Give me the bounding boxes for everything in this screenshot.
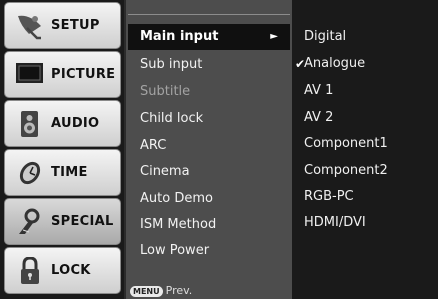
- option-label: RGB-PC: [304, 189, 354, 204]
- satellite-icon: [18, 15, 41, 40]
- sidebar-item-time[interactable]: TIME: [4, 149, 121, 196]
- option-label: Component2: [304, 163, 388, 178]
- menu-item-label: Child lock: [140, 111, 204, 126]
- tv-icon: [16, 63, 43, 83]
- sidebar-label-special: SPECIAL: [51, 214, 114, 229]
- sidebar-label-audio: AUDIO: [51, 116, 100, 131]
- menu-item-low-power[interactable]: Low Power: [128, 238, 290, 264]
- option-label: HDMI/DVI: [304, 215, 366, 230]
- option-label: AV 2: [304, 110, 334, 125]
- option-label: Digital: [304, 29, 347, 44]
- lock-icon: [21, 257, 39, 284]
- menu-top-divider: [128, 0, 290, 15]
- option-component2[interactable]: Component2: [304, 158, 434, 184]
- sidebar-item-lock[interactable]: LOCK: [4, 247, 121, 294]
- option-label: AV 1: [304, 83, 334, 98]
- option-rgb-pc[interactable]: RGB-PC: [304, 184, 434, 210]
- special-icon: [19, 208, 40, 234]
- option-av1[interactable]: AV 1: [304, 78, 434, 104]
- sidebar-label-setup: SETUP: [51, 18, 100, 33]
- checkmark-icon: ✔: [295, 57, 306, 71]
- speaker-icon: [21, 111, 38, 137]
- menu-item-label: ARC: [140, 138, 167, 153]
- submenu-arrow-icon: ►: [270, 31, 278, 42]
- menu-item-label: Sub input: [140, 57, 203, 72]
- menu-item-label: Low Power: [140, 243, 210, 258]
- clock-icon: [19, 161, 41, 185]
- menu-item-label: Cinema: [140, 164, 190, 179]
- menu-item-label: Subtitle: [140, 84, 191, 99]
- menu-item-subtitle: Subtitle: [128, 79, 290, 105]
- input-options-list: Digital ✔ Analogue AV 1 AV 2 Component1 …: [292, 0, 438, 299]
- prev-hint[interactable]: MENU Prev.: [130, 284, 290, 299]
- option-analogue[interactable]: ✔ Analogue: [295, 51, 434, 77]
- option-label: Analogue: [304, 56, 366, 71]
- menu-item-cinema[interactable]: Cinema: [128, 159, 290, 185]
- menu-item-main-input[interactable]: Main input ►: [128, 24, 290, 50]
- sidebar-item-audio[interactable]: AUDIO: [4, 100, 121, 147]
- menu-item-label: Main input: [140, 29, 219, 44]
- option-av2[interactable]: AV 2: [304, 105, 434, 131]
- menu-item-label: ISM Method: [140, 217, 217, 232]
- sidebar-item-setup[interactable]: SETUP: [4, 2, 121, 49]
- special-menu: Main input ► Sub input Subtitle Child lo…: [126, 0, 292, 299]
- option-hdmi-dvi[interactable]: HDMI/DVI: [304, 210, 434, 236]
- sidebar-label-time: TIME: [51, 165, 88, 180]
- category-sidebar: SETUP PICTURE AUDIO TIME SPECIAL LOCK: [0, 0, 124, 299]
- option-label: Component1: [304, 136, 388, 151]
- menu-item-auto-demo[interactable]: Auto Demo: [128, 186, 290, 212]
- sidebar-label-picture: PICTURE: [51, 67, 116, 82]
- prev-label: Prev.: [165, 284, 193, 297]
- menu-key-icon: MENU: [130, 285, 163, 297]
- option-component1[interactable]: Component1: [304, 131, 434, 157]
- menu-item-sub-input[interactable]: Sub input: [128, 52, 290, 78]
- menu-item-ism-method[interactable]: ISM Method: [128, 212, 290, 238]
- menu-item-child-lock[interactable]: Child lock: [128, 106, 290, 132]
- menu-item-arc[interactable]: ARC: [128, 133, 290, 159]
- menu-item-label: Auto Demo: [140, 191, 213, 206]
- sidebar-item-special[interactable]: SPECIAL: [4, 198, 121, 245]
- option-digital[interactable]: Digital: [304, 24, 434, 50]
- sidebar-item-picture[interactable]: PICTURE: [4, 51, 121, 98]
- sidebar-label-lock: LOCK: [51, 263, 91, 278]
